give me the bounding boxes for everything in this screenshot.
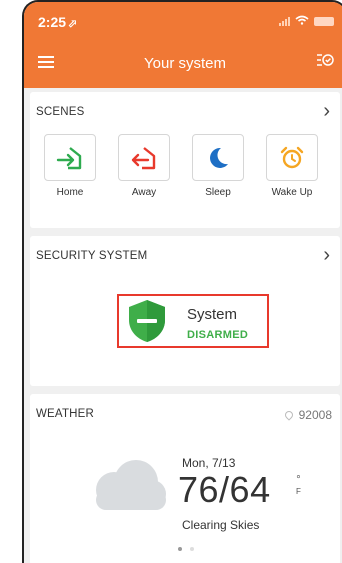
activity-log-icon[interactable]: [316, 52, 334, 72]
security-state-badge: DISARMED: [187, 329, 249, 341]
scene-list: Home Away Sleep Wake Up: [44, 134, 318, 198]
weather-condition: Clearing Skies: [182, 518, 260, 532]
scene-sleep-button[interactable]: Sleep: [192, 134, 244, 198]
page-indicator[interactable]: [178, 547, 194, 551]
status-bar: 2:25 ⬀: [24, 2, 342, 40]
shield-disarmed-icon: [129, 300, 165, 342]
security-heading: SECURITY SYSTEM: [36, 250, 148, 262]
status-time: 2:25 ⬀: [38, 14, 78, 30]
cloud-icon: [96, 460, 166, 510]
security-label: System: [187, 306, 238, 323]
scene-label: Away: [131, 187, 157, 198]
scene-label: Home: [56, 187, 84, 198]
degree-symbol: °: [296, 474, 301, 486]
weather-card: WEATHER 92008 Mon, 7/13 76/64 ° F Cleari…: [30, 394, 340, 563]
signal-icon: [279, 16, 290, 26]
home-arrow-out-icon: [118, 134, 170, 181]
home-arrow-in-icon: [44, 134, 96, 181]
scene-label: Wake Up: [271, 187, 313, 198]
scene-away-button[interactable]: Away: [118, 134, 170, 198]
security-chevron-right-icon[interactable]: ›: [323, 244, 330, 267]
moon-icon: [192, 134, 244, 181]
scenes-card: SCENES › Home Away Sleep Wake Up: [30, 92, 340, 228]
fahrenheit-label: F: [296, 487, 301, 496]
scene-home-button[interactable]: Home: [44, 134, 96, 198]
security-status-text: System DISARMED: [187, 306, 248, 341]
weather-heading: WEATHER: [36, 408, 95, 420]
weather-date: Mon, 7/13: [182, 456, 236, 470]
phone-frame: 2:25 ⬀ Your system SCENES › Home Away Sl…: [22, 0, 342, 563]
location-icon: ⬀: [68, 18, 78, 30]
weather-temperatures: 76/64: [178, 469, 271, 510]
wifi-icon: [295, 14, 309, 28]
page-title: Your system: [144, 55, 226, 72]
temperature-unit: ° F: [296, 475, 301, 497]
location-pin-icon: [282, 409, 295, 421]
battery-icon: [314, 16, 334, 26]
security-status-button[interactable]: System DISARMED: [117, 294, 269, 348]
app-header: 2:25 ⬀ Your system: [24, 2, 342, 88]
alarm-clock-icon: [266, 134, 318, 181]
scenes-heading: SCENES: [36, 106, 85, 118]
scene-label: Sleep: [205, 187, 231, 198]
zip-code: 92008: [298, 408, 332, 422]
scene-wake-up-button[interactable]: Wake Up: [266, 134, 318, 198]
security-card: SECURITY SYSTEM › System DISARMED: [30, 236, 340, 386]
nav-bar: Your system: [24, 40, 342, 88]
scenes-chevron-right-icon[interactable]: ›: [323, 100, 330, 123]
weather-location[interactable]: 92008: [282, 408, 332, 422]
status-icons: [279, 14, 334, 28]
